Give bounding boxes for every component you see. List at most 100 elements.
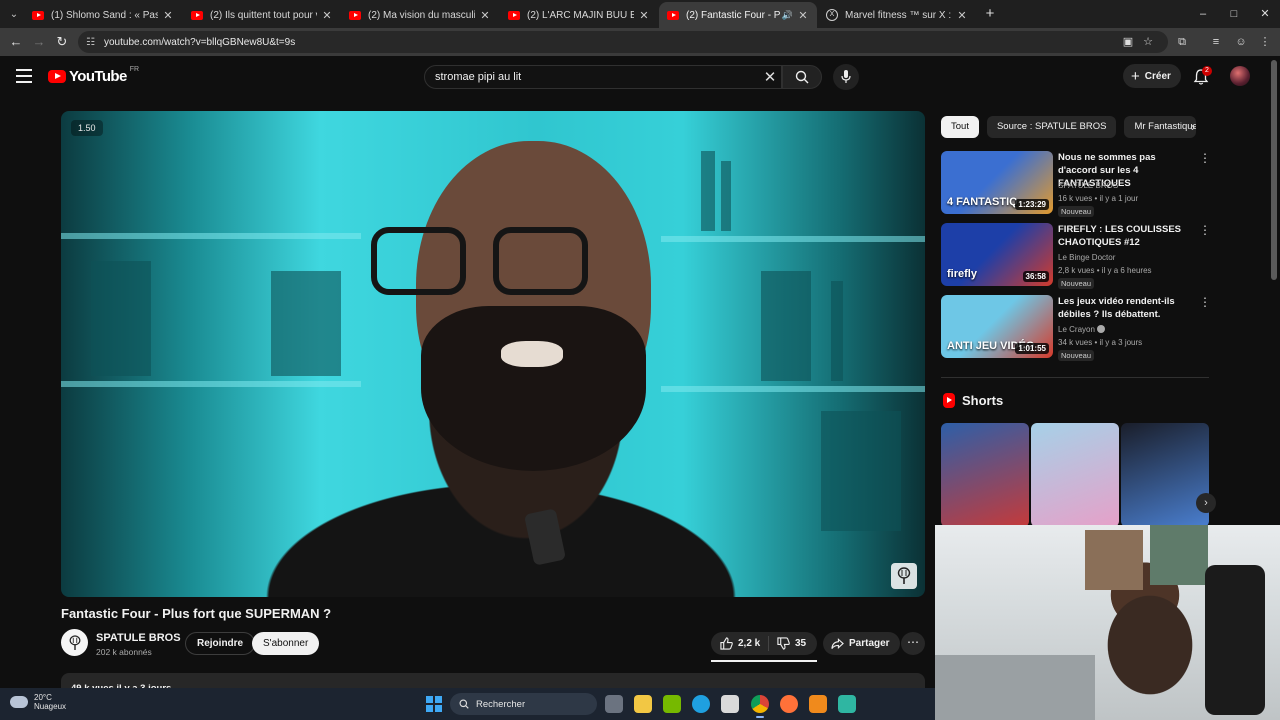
spatula-logo-icon [69, 634, 80, 650]
browser-menu-icon[interactable]: ⋮ [1256, 33, 1274, 51]
search-icon [795, 70, 809, 84]
weather-widget[interactable]: 20°C Nuageux [10, 693, 66, 711]
windows-start-icon[interactable] [426, 696, 442, 712]
recommended-title[interactable]: FIREFLY : LES COULISSES CHAOTIQUES #12 [1058, 223, 1186, 249]
nvidia-app-icon[interactable] [663, 695, 681, 713]
youtube-play-icon [48, 70, 66, 83]
voice-search-button[interactable] [833, 64, 859, 90]
close-window-icon[interactable]: ✕ [1255, 4, 1275, 24]
reading-list-icon[interactable]: ≡ [1207, 33, 1225, 51]
forward-icon[interactable]: → [29, 32, 49, 52]
search-button[interactable] [782, 65, 822, 89]
recommended-channel[interactable]: Le Binge Doctor [1058, 253, 1115, 262]
file-explorer-icon[interactable] [634, 695, 652, 713]
new-tab-button[interactable]: + [980, 4, 1000, 24]
thumbs-down-icon [777, 637, 790, 650]
tab-title: (2) Ils quittent tout pour vivre à [210, 9, 317, 21]
browser-tab[interactable]: (2) Ma vision du masculinisme ✕ [341, 2, 499, 28]
short-thumbnail[interactable] [1031, 423, 1119, 527]
address-bar[interactable]: ☷ youtube.com/watch?v=bllqGBNew8U&t=9s [78, 31, 1168, 53]
shorts-icon [943, 393, 955, 408]
close-tab-icon[interactable]: ✕ [797, 9, 809, 22]
cast-icon[interactable]: ▣ [1119, 33, 1137, 51]
shorts-heading: Shorts [962, 393, 1004, 408]
vlc-player-icon[interactable] [809, 695, 827, 713]
video-thumbnail[interactable]: ANTI JEU VIDÉO 1:01:55 [941, 295, 1053, 358]
streaming-app-icon[interactable] [838, 695, 856, 713]
close-tab-icon[interactable]: ✕ [321, 9, 333, 22]
shorts-next-icon[interactable]: › [1196, 493, 1216, 513]
account-avatar[interactable] [1230, 66, 1250, 86]
back-icon[interactable]: ← [6, 32, 26, 52]
close-tab-icon[interactable]: ✕ [638, 9, 650, 22]
video-duration: 1:01:55 [1015, 343, 1049, 354]
chrome-browser-icon[interactable] [751, 695, 769, 718]
share-button[interactable]: Partager [823, 632, 900, 655]
notification-count-badge: 2 [1202, 66, 1212, 76]
filter-chip[interactable]: Source : SPATULE BROS [986, 116, 1117, 138]
like-dislike-bar: 2,2 k 35 [711, 632, 817, 655]
thumbnail-text: 4 FANTASTIQ [947, 196, 1018, 208]
maximize-icon[interactable]: □ [1224, 4, 1244, 24]
edge-browser-icon[interactable] [692, 695, 710, 713]
minimize-icon[interactable]: – [1193, 4, 1213, 24]
page-scrollbar[interactable] [1271, 60, 1277, 280]
join-button[interactable]: Rejoindre [185, 632, 256, 655]
chip-scroll-right-icon[interactable]: › [1185, 118, 1201, 136]
close-tab-icon[interactable]: ✕ [162, 9, 174, 22]
youtube-favicon-icon [349, 10, 361, 20]
tab-search-icon[interactable]: ⌄ [4, 4, 24, 24]
recommended-channel[interactable]: Le Crayon [1058, 325, 1105, 334]
channel-watermark-icon[interactable] [891, 563, 917, 589]
search-input[interactable]: stromae pipi au lit [435, 71, 759, 83]
microsoft-store-icon[interactable] [721, 695, 739, 713]
firefox-browser-icon[interactable] [780, 695, 798, 713]
create-button[interactable]: + Créer [1123, 64, 1181, 88]
browser-tab[interactable]: X Marvel fitness ™ sur X : "RT @ ✕ [818, 2, 976, 28]
close-tab-icon[interactable]: ✕ [956, 9, 968, 22]
recommended-video[interactable]: 4 FANTASTIQ 1:23:29 Nous ne sommes pas d'a… [941, 151, 1216, 217]
browser-window: ⌄ (1) Shlomo Sand : « Pas d'avenir✕(2) I… [0, 0, 1280, 720]
tab-audio-icon[interactable]: 🔊 [782, 10, 793, 21]
site-info-icon[interactable]: ☷ [86, 37, 100, 48]
channel-name[interactable]: SPATULE BROS [96, 632, 181, 644]
subscribe-button[interactable]: S'abonner [252, 632, 320, 655]
browser-tab[interactable]: (2) Ils quittent tout pour vivre à ✕ [183, 2, 341, 28]
browser-toolbar: ← → ↻ ☷ youtube.com/watch?v=bllqGBNew8U&… [0, 28, 1280, 56]
filter-chip[interactable]: Tout [941, 116, 979, 138]
task-view-icon[interactable] [605, 695, 623, 713]
taskbar-search[interactable]: Rechercher [450, 693, 597, 715]
video-duration: 36:58 [1022, 271, 1049, 282]
recommended-meta: 2,8 k vues • il y a 6 heures [1058, 266, 1152, 275]
short-thumbnail[interactable] [941, 423, 1029, 527]
video-options-icon[interactable]: ⋮ [1199, 295, 1211, 309]
browser-tab[interactable]: (2) L'ARC MAJIN BUU EST-IL RA ✕ [500, 2, 658, 28]
video-options-icon[interactable]: ⋮ [1199, 151, 1211, 165]
bookmark-star-icon[interactable]: ☆ [1139, 33, 1157, 51]
search-box[interactable]: stromae pipi au lit ✕ [424, 65, 782, 89]
menu-icon[interactable] [16, 69, 32, 83]
short-thumbnail[interactable] [1121, 423, 1209, 527]
clear-search-icon[interactable]: ✕ [759, 68, 781, 86]
dislike-button[interactable]: 35 [769, 637, 806, 650]
channel-avatar[interactable] [61, 629, 88, 656]
close-tab-icon[interactable]: ✕ [479, 9, 491, 22]
browser-tab[interactable]: (2) Fantastic Four - Plus fort🔊 ✕ [659, 2, 817, 28]
video-thumbnail[interactable]: 4 FANTASTIQ 1:23:29 [941, 151, 1053, 214]
video-options-icon[interactable]: ⋮ [1199, 223, 1211, 237]
new-badge: Nouveau [1058, 350, 1095, 361]
like-button[interactable]: 2,2 k [711, 636, 769, 651]
recommended-video[interactable]: firefly 36:58 FIREFLY : LES COULISSES CHAO… [941, 223, 1216, 289]
profile-icon[interactable]: ☺ [1232, 33, 1250, 51]
recommended-channel[interactable]: SPATULE BROS [1058, 181, 1118, 190]
webcam-overlay [935, 525, 1280, 720]
recommended-video[interactable]: ANTI JEU VIDÉO 1:01:55 Les jeux vidéo rend… [941, 295, 1216, 361]
browser-tab[interactable]: (1) Shlomo Sand : « Pas d'avenir ✕ [24, 2, 182, 28]
youtube-logo[interactable]: YouTube FR [48, 66, 139, 85]
extensions-icon[interactable]: ⧉ [1173, 33, 1191, 51]
video-player[interactable]: 1.50 [61, 111, 925, 597]
more-actions-icon[interactable]: ⋯ [901, 632, 925, 655]
video-thumbnail[interactable]: firefly 36:58 [941, 223, 1053, 286]
reload-icon[interactable]: ↻ [52, 32, 72, 52]
recommended-title[interactable]: Les jeux vidéo rendent-ils débiles ? Ils… [1058, 295, 1186, 321]
